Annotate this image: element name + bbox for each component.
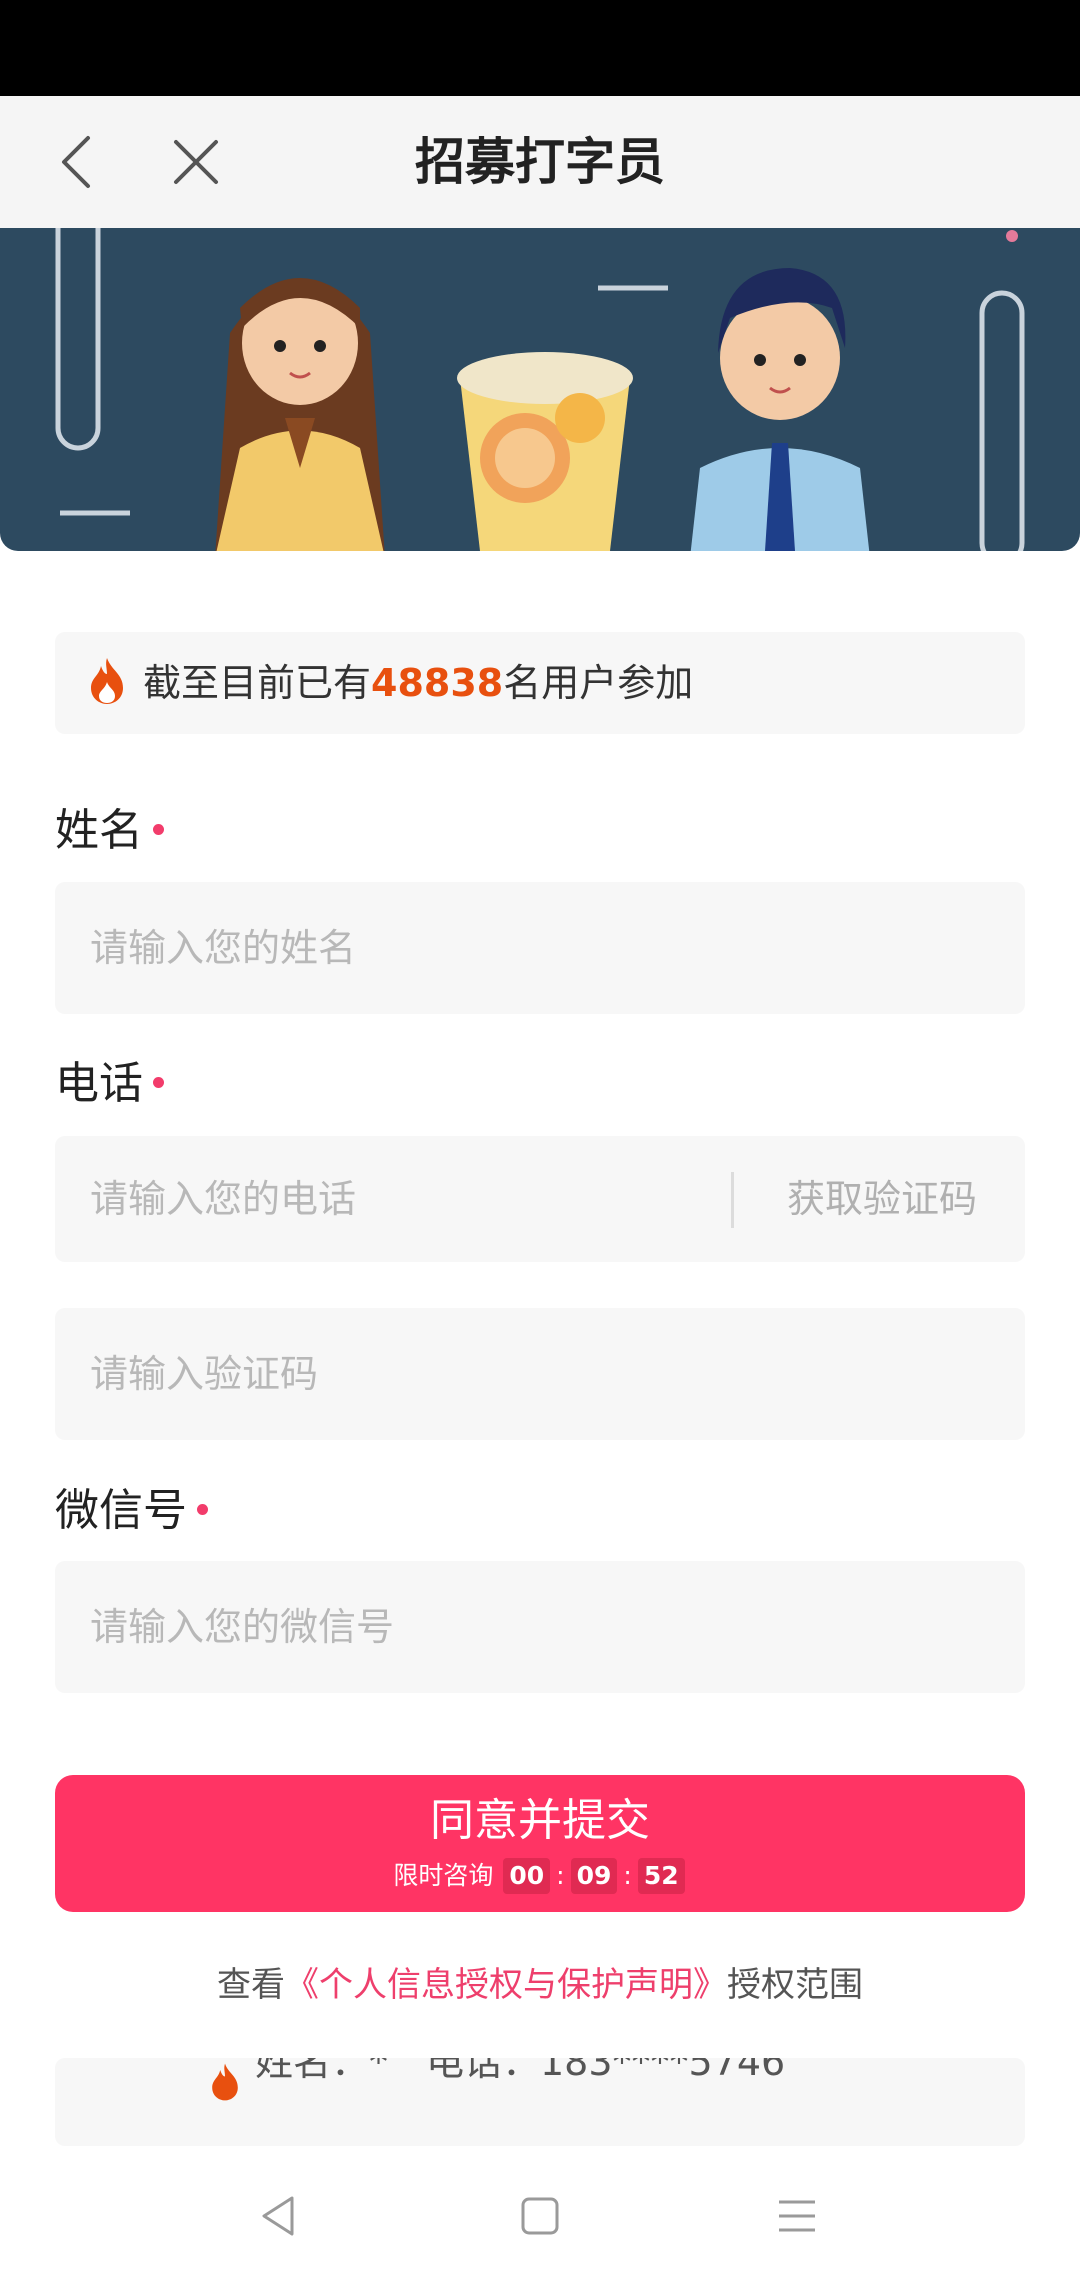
phone-input[interactable] <box>90 1136 690 1262</box>
system-menu-button[interactable] <box>767 2186 827 2246</box>
countdown-seconds: 52 <box>637 1858 685 1894</box>
required-dot <box>197 1503 208 1515</box>
countdown-minutes: 09 <box>570 1858 618 1894</box>
participation-prefix: 截至目前已有 <box>143 661 372 705</box>
participant-count: 48838 <box>371 661 504 705</box>
flame-icon <box>212 2063 238 2101</box>
flame-icon <box>91 658 123 704</box>
page-title: 招募打字员 <box>415 133 665 191</box>
agreement-line: 查看《个人信息授权与保护声明》授权范围 <box>0 1955 1080 2015</box>
agreement-prefix: 查看 <box>217 1965 285 2005</box>
boy-figure <box>690 268 870 551</box>
privacy-statement-link[interactable]: 《个人信息授权与保护声明》 <box>285 1965 727 2005</box>
wechat-label: 微信号 <box>55 1481 208 1541</box>
participation-suffix: 名用户参加 <box>503 661 694 705</box>
name-label-text: 姓名 <box>55 805 143 856</box>
girl-figure <box>215 278 385 551</box>
system-back-button[interactable] <box>250 2186 310 2246</box>
wechat-label-text: 微信号 <box>55 1485 187 1536</box>
code-field[interactable] <box>55 1308 1025 1440</box>
square-home-icon <box>521 2197 559 2235</box>
system-home-button[interactable] <box>510 2186 570 2246</box>
countdown: 限时咨询 00:09:52 <box>55 1858 1025 1894</box>
phone-label-text: 电话 <box>55 1058 143 1109</box>
nav-bar: 招募打字员 <box>0 96 1080 228</box>
required-dot <box>153 823 164 835</box>
banner-illustration <box>0 228 1080 551</box>
name-field[interactable] <box>55 882 1025 1014</box>
name-input[interactable] <box>90 882 990 1014</box>
menu-icon <box>779 2200 815 2232</box>
drink-cup <box>457 352 633 551</box>
submit-button[interactable]: 同意并提交 限时咨询 00:09:52 <box>55 1775 1025 1912</box>
get-code-button[interactable]: 获取验证码 <box>787 1136 977 1262</box>
code-input[interactable] <box>90 1308 990 1440</box>
agreement-suffix: 授权范围 <box>727 1965 863 2005</box>
countdown-label: 限时咨询 <box>393 1861 494 1890</box>
system-nav-bar <box>0 2146 1080 2280</box>
status-bar <box>0 0 1080 96</box>
countdown-separator: : <box>556 1861 565 1890</box>
name-label: 姓名 <box>55 801 164 861</box>
triangle-back-icon <box>262 2196 294 2236</box>
field-divider <box>731 1172 734 1228</box>
participation-text: 截至目前已有48838名用户参加 <box>143 632 693 734</box>
wechat-input[interactable] <box>90 1561 990 1693</box>
ticker-text: 姓名：* 电话：183****5746 <box>255 2058 786 2084</box>
phone-label: 电话 <box>55 1054 164 1114</box>
participation-banner: 截至目前已有48838名用户参加 <box>55 632 1025 734</box>
wechat-field[interactable] <box>55 1561 1025 1693</box>
required-dot <box>153 1076 164 1088</box>
phone-field[interactable]: 获取验证码 <box>55 1136 1025 1262</box>
countdown-separator: : <box>623 1861 632 1890</box>
signup-ticker: 姓名：* 电话：183****5746 <box>55 2058 1025 2146</box>
submit-label: 同意并提交 <box>430 1795 650 1846</box>
countdown-hours: 00 <box>503 1858 551 1894</box>
